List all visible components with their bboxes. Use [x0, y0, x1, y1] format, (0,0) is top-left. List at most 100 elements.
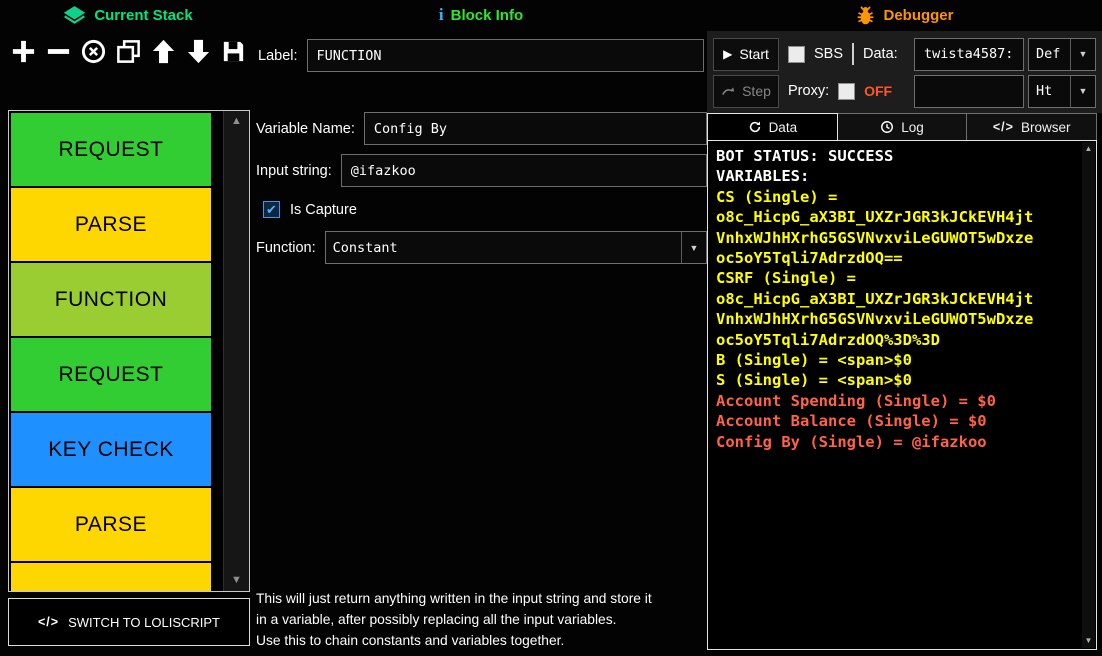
move-up-button[interactable]	[148, 36, 179, 67]
sbs-checkbox[interactable]	[788, 46, 805, 63]
debugger-output: BOT STATUS: SUCCESSVARIABLES:CS (Single)…	[707, 140, 1097, 650]
start-button[interactable]: ▶ Start	[713, 38, 779, 71]
proxy-type-combo[interactable]: Ht ▼	[1028, 75, 1096, 108]
code-icon: </>	[38, 615, 59, 629]
debugger-panel: Data Log </> Browser BOT STATUS: SUCCESS…	[707, 113, 1097, 650]
code-icon: </>	[993, 120, 1014, 134]
function-combo[interactable]: Constant ▼	[325, 231, 707, 264]
debugger-log: BOT STATUS: SUCCESSVARIABLES:CS (Single)…	[716, 146, 1076, 452]
debugger-tabs: Data Log </> Browser	[707, 113, 1097, 140]
current-stack-header: Current Stack	[0, 0, 255, 30]
tab-log-label: Log	[901, 120, 924, 135]
variable-name-input[interactable]	[364, 112, 707, 145]
block-info-title: Block Info	[451, 7, 524, 24]
minus-icon	[45, 38, 72, 65]
log-line: Config By (Single) = @ifazkoo	[716, 432, 1076, 452]
debugger-scrollbar[interactable]: ▲ ▼	[1082, 142, 1095, 648]
tab-browser-label: Browser	[1021, 120, 1071, 135]
scroll-up-icon[interactable]: ▲	[231, 116, 242, 127]
log-line: o8c_HicpG_aX3BI_UXZrJGR3kJCkEVH4jt	[716, 207, 1076, 227]
debugger-controls-row-2: Step Proxy: OFF Ht ▼	[713, 74, 1096, 108]
proxy-type-value: Ht	[1029, 76, 1070, 107]
input-string-row: Input string:	[256, 154, 707, 187]
log-line: VARIABLES:	[716, 166, 1076, 186]
switch-label: SWITCH TO LOLISCRIPT	[68, 615, 220, 630]
debugger-header: Debugger	[707, 0, 1102, 30]
sbs-label: SBS	[814, 46, 843, 62]
log-line: Account Spending (Single) = $0	[716, 391, 1076, 411]
current-stack-title: Current Stack	[94, 7, 192, 24]
arrow-down-icon	[185, 38, 212, 65]
log-line: o8c_HicpG_aX3BI_UXZrJGR3kJCkEVH4jt	[716, 289, 1076, 309]
is-capture-label: Is Capture	[290, 202, 357, 218]
block-info-header: i Block Info	[255, 0, 707, 30]
tab-data-label: Data	[769, 120, 798, 135]
is-capture-checkbox[interactable]: ✔	[263, 201, 280, 218]
log-line: B (Single) = <span>$0	[716, 350, 1076, 370]
tab-log[interactable]: Log	[838, 113, 968, 140]
proxy-caption: Proxy:	[788, 83, 829, 99]
proxy-checkbox[interactable]	[838, 83, 855, 100]
log-line: oc5oY5Tqli7AdrzdOQ%3D%3D	[716, 330, 1076, 350]
log-line: S (Single) = <span>$0	[716, 370, 1076, 390]
debugger-title: Debugger	[883, 7, 953, 24]
move-down-button[interactable]	[183, 36, 214, 67]
debugger-controls: ▶ Start SBS Data: Def ▼ Step Proxy:	[707, 31, 1102, 113]
label-row: Label:	[258, 39, 704, 72]
function-caption: Function:	[256, 240, 316, 256]
remove-block-button[interactable]	[43, 36, 74, 67]
data-input[interactable]	[914, 38, 1024, 71]
circle-x-icon	[80, 38, 107, 65]
scroll-down-icon[interactable]: ▼	[1085, 637, 1093, 645]
stack-icon	[62, 4, 87, 26]
log-line: VnhxWJhHXrhG5GSVNvxviLeGUWOT5wDxze	[716, 228, 1076, 248]
scroll-down-icon[interactable]: ▼	[231, 575, 242, 586]
check-icon: ✔	[266, 202, 277, 218]
proxy-input[interactable]	[914, 75, 1024, 108]
wordlist-type-combo[interactable]: Def ▼	[1028, 38, 1096, 71]
chevron-down-icon: ▼	[682, 232, 706, 263]
stack-block[interactable]: KEY CHECK	[11, 413, 211, 486]
stack-block[interactable]: PARSE	[11, 563, 211, 591]
step-button[interactable]: Step	[713, 75, 779, 108]
log-line: CS (Single) =	[716, 187, 1076, 207]
chevron-down-icon: ▼	[1071, 76, 1095, 107]
stack-block[interactable]: FUNCTION	[11, 263, 211, 336]
clone-block-button[interactable]	[113, 36, 144, 67]
log-line: Account Balance (Single) = $0	[716, 411, 1076, 431]
input-string-input[interactable]	[341, 154, 707, 187]
log-line: VnhxWJhHXrhG5GSVNvxviLeGUWOT5wDxze	[716, 309, 1076, 329]
scroll-up-icon[interactable]: ▲	[1085, 145, 1093, 153]
variable-name-row: Variable Name:	[256, 112, 707, 145]
data-caption: Data:	[863, 46, 898, 62]
proxy-field: Ht ▼	[914, 75, 1096, 108]
is-capture-row: ✔ Is Capture	[263, 201, 707, 218]
stack-toolbar	[8, 36, 249, 67]
clear-stack-button[interactable]	[78, 36, 109, 67]
debugger-controls-row-1: ▶ Start SBS Data: Def ▼	[713, 37, 1096, 71]
refresh-icon	[748, 120, 762, 134]
proxy-off-label: OFF	[864, 83, 892, 99]
stack-scrollbar[interactable]: ▲ ▼	[223, 111, 249, 591]
tab-browser[interactable]: </> Browser	[967, 113, 1097, 140]
clone-icon	[115, 38, 142, 65]
log-line: BOT STATUS: SUCCESS	[716, 146, 1076, 166]
switch-to-loliscript-button[interactable]: </> SWITCH TO LOLISCRIPT	[8, 598, 250, 646]
chevron-down-icon: ▼	[1071, 39, 1095, 70]
play-icon: ▶	[723, 47, 732, 61]
plus-icon	[10, 38, 37, 65]
stack-block[interactable]: REQUEST	[11, 338, 211, 411]
input-string-caption: Input string:	[256, 163, 332, 179]
save-config-button[interactable]	[218, 36, 249, 67]
label-caption: Label:	[258, 48, 298, 64]
step-icon	[721, 85, 735, 97]
block-description: This will just return anything written i…	[256, 588, 708, 651]
tab-data[interactable]: Data	[707, 113, 838, 140]
wordlist-type-value: Def	[1029, 39, 1070, 70]
stack-block[interactable]: REQUEST	[11, 113, 211, 186]
add-block-button[interactable]	[8, 36, 39, 67]
block-settings: Variable Name: Input string: ✔ Is Captur…	[256, 112, 707, 273]
stack-block[interactable]: PARSE	[11, 488, 211, 561]
stack-block[interactable]: PARSE	[11, 188, 211, 261]
label-input[interactable]	[307, 39, 704, 72]
